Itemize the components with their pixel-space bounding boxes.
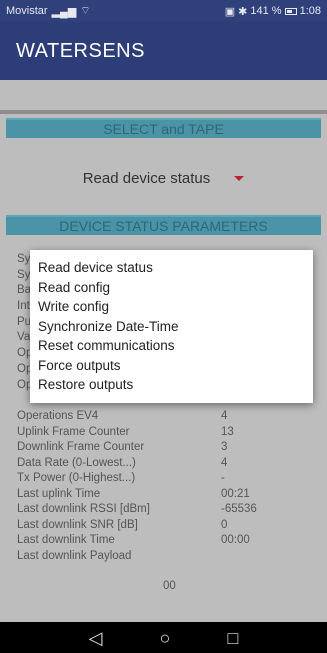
param-value xyxy=(221,550,317,564)
param-key: Data Rate (0-Lowest...) xyxy=(17,456,136,469)
status-section-header: DEVICE STATUS PARAMETERS xyxy=(6,215,321,235)
back-icon[interactable]: ◁ xyxy=(89,629,103,647)
menu-item-synchronize-date-time[interactable]: Synchronize Date-Time xyxy=(30,317,313,337)
menu-item-read-config[interactable]: Read config xyxy=(30,278,313,298)
param-value: 0 xyxy=(221,518,228,531)
param-row: Data Rate (0-Lowest...) 4 xyxy=(17,457,317,471)
param-row: Operations EV4 4 xyxy=(17,410,317,424)
param-row: Tx Power (0-Highest...) - xyxy=(17,472,317,486)
param-value: 4 xyxy=(221,456,228,469)
dropdown-arrow-icon xyxy=(234,175,245,181)
param-value: - xyxy=(221,472,225,484)
param-key: Tx Power (0-Highest...) xyxy=(17,472,136,484)
command-select[interactable]: Read device status xyxy=(0,158,327,198)
param-value: 3 xyxy=(221,441,228,453)
signal-icon: ▂▄▆ xyxy=(51,5,77,18)
app-title: WATERSENS xyxy=(16,39,145,62)
payload-value: 00 xyxy=(163,580,176,592)
command-select-value: Read device status xyxy=(82,169,211,187)
param-row: Last uplink Time 00:21 xyxy=(17,488,317,502)
command-menu-dialog: Read device status Read config Write con… xyxy=(30,250,313,403)
param-row: Downlink Frame Counter 3 xyxy=(17,441,317,455)
divider xyxy=(0,110,327,114)
menu-item-force-outputs[interactable]: Force outputs xyxy=(30,356,313,376)
home-icon[interactable]: ○ xyxy=(160,629,171,647)
param-row: Uplink Frame Counter 13 xyxy=(17,426,317,440)
recents-icon[interactable]: □ xyxy=(228,629,239,647)
param-key: Last downlink RSSI [dBm] xyxy=(17,503,150,515)
menu-item-read-device-status[interactable]: Read device status xyxy=(30,258,313,278)
param-value: -65536 xyxy=(221,503,257,515)
app-bar: WATERSENS xyxy=(0,22,327,80)
param-row: Last downlink SNR [dB] 0 xyxy=(17,519,317,533)
param-row: Last downlink Time 00:00 xyxy=(17,534,317,548)
nfc-icon: ▣ xyxy=(224,5,236,18)
status-bar: Movistar ▂▄▆ ⌔ ▣ ✱ 141 % 1:08 xyxy=(0,0,327,22)
param-value: 00:21 xyxy=(221,487,250,500)
param-key: Last downlink SNR [dB] xyxy=(17,518,138,531)
param-key: Last downlink Payload xyxy=(17,549,132,562)
param-key: Operations EV4 xyxy=(17,410,99,422)
select-section-header: SELECT and TAPE xyxy=(6,118,321,138)
param-value: 13 xyxy=(221,425,234,438)
param-key: Downlink Frame Counter xyxy=(17,441,145,453)
param-row: Last downlink Payload xyxy=(17,550,317,564)
param-key: Last downlink Time xyxy=(17,534,115,546)
menu-item-restore-outputs[interactable]: Restore outputs xyxy=(30,375,313,395)
param-key: Last uplink Time xyxy=(17,487,101,500)
param-key: Uplink Frame Counter xyxy=(17,425,130,438)
param-row: Last downlink RSSI [dBm] -65536 xyxy=(17,503,317,517)
param-value: 4 xyxy=(221,410,228,422)
clock: 1:08 xyxy=(299,5,321,17)
bluetooth-icon: ✱ xyxy=(238,5,248,18)
menu-item-reset-communications[interactable]: Reset communications xyxy=(30,336,313,356)
battery-icon xyxy=(284,7,297,15)
param-value: 00:00 xyxy=(221,534,250,546)
system-nav-bar: ◁ ○ □ xyxy=(0,622,327,653)
wifi-icon: ⌔ xyxy=(80,5,91,17)
carrier-name: Movistar xyxy=(6,5,48,17)
menu-item-write-config[interactable]: Write config xyxy=(30,297,313,317)
battery-percent: 141 % xyxy=(250,5,282,17)
